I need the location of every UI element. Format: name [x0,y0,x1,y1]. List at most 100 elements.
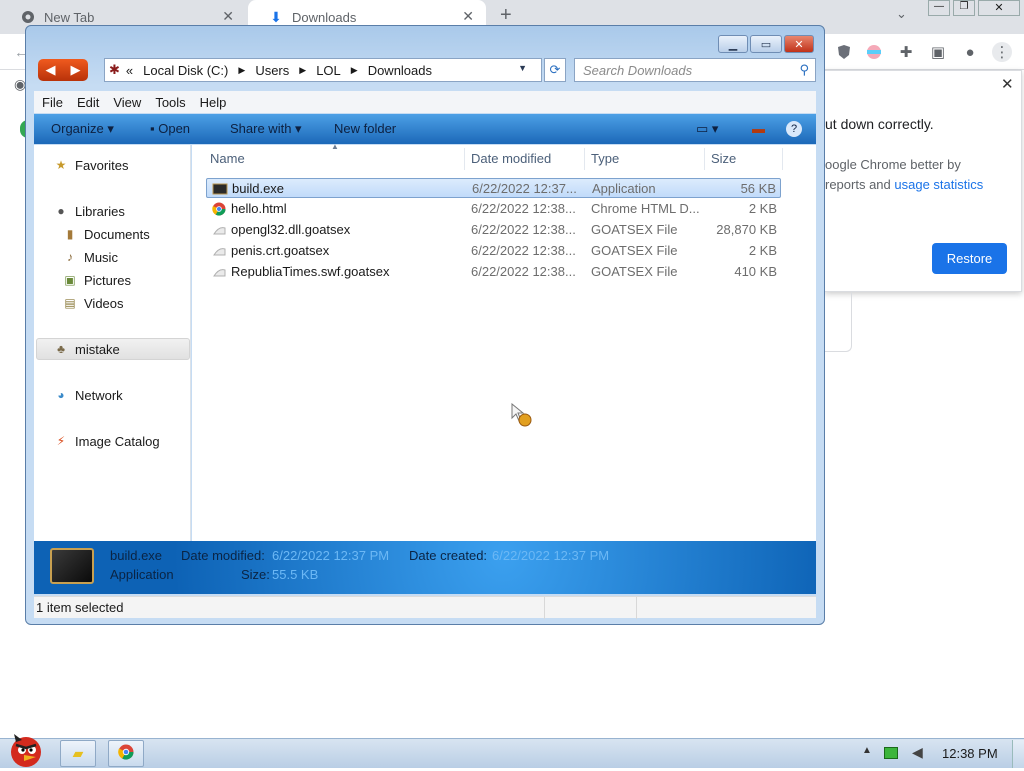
details-size: 55.5 KB [272,567,319,582]
details-size-label: Size: [241,567,270,582]
nav-videos[interactable]: ▤ Videos [62,295,123,311]
search-input[interactable]: Search Downloads ⚲ [574,58,816,82]
tray-expand-icon[interactable]: ▲ [862,745,872,756]
breadcrumb-lol[interactable]: LOL [316,63,341,78]
side-panel-icon[interactable]: ▣ [928,42,948,62]
breadcrumb-local-disk[interactable]: Local Disk (C:) [143,63,228,78]
table-row[interactable]: opengl32.dll.goatsex 6/22/2022 12:38... … [206,220,781,240]
tab-label: Downloads [292,9,357,25]
open-button[interactable]: ▪ Open [150,121,190,136]
libraries-icon: ● [57,204,65,218]
column-date-modified[interactable]: Date modified [471,151,551,166]
column-headers: Name ▲ Date modified Type Size [204,142,784,170]
column-size[interactable]: Size [711,151,736,166]
nav-favorites[interactable]: ★ Favorites [53,157,129,173]
chrome-icon [20,9,36,25]
status-bar: 1 item selected [34,596,816,619]
command-bar: Organize ▾ ▪ Open Share with ▾ New folde… [34,114,816,144]
share-with-button[interactable]: Share with ▾ [230,121,302,137]
menu-view[interactable]: View [113,95,141,110]
back-arrow-icon[interactable]: ◀ [46,62,56,78]
address-bar[interactable]: ✱ « Local Disk (C:) ▶ Users ▶ LOL ▶ Down… [104,58,542,82]
column-name[interactable]: Name [210,151,245,166]
extension-icon[interactable] [864,42,884,62]
popup-text: reports and [825,177,895,192]
pictures-icon: ▣ [64,273,76,287]
help-icon[interactable]: ? [786,121,802,137]
table-row[interactable]: penis.crt.goatsex 6/22/2022 12:38... GOA… [206,241,781,261]
minimize-button[interactable]: — [928,0,950,16]
details-kind: Application [110,567,174,582]
details-date-created: 6/22/2022 12:37 PM [492,548,610,563]
menu-edit[interactable]: Edit [77,95,99,110]
network-tray-icon[interactable] [884,747,898,759]
view-options-icon[interactable]: ▭ ▾ [696,121,718,137]
menu-tools[interactable]: Tools [155,95,185,110]
status-text: 1 item selected [36,600,124,615]
preview-pane-icon[interactable]: ▬ [752,121,765,136]
more-menu-icon[interactable]: ⋮ [992,42,1012,62]
search-icon[interactable]: ⚲ [799,62,809,78]
nav-music[interactable]: ♪ Music [62,249,118,265]
taskbar-clock[interactable]: 12:38 PM [942,746,998,761]
usage-statistics-link[interactable]: usage statistics [894,177,983,192]
chevron-down-icon[interactable]: ▼ [518,63,527,73]
menu-file[interactable]: File [42,95,63,110]
organize-button[interactable]: Organize ▾ [51,121,114,137]
puzzle-icon[interactable]: ✚ [896,42,916,62]
file-icon [211,264,227,280]
window-maximize-button[interactable]: ▭ [750,35,782,53]
details-date-modified: 6/22/2022 12:37 PM [272,548,390,563]
chevron-right-icon[interactable]: ▶ [351,65,358,76]
close-button[interactable]: ✕ [978,0,1020,16]
image-catalog-icon: ⚡ [56,434,66,448]
column-type[interactable]: Type [591,151,619,166]
star-icon: ★ [55,158,67,172]
details-filename: build.exe [110,548,163,563]
menu-help[interactable]: Help [200,95,227,110]
table-row[interactable]: RepubliaTimes.swf.goatsex 6/22/2022 12:3… [206,262,781,282]
chevron-down-icon[interactable]: ⌄ [896,6,907,22]
restore-button[interactable]: Restore [932,243,1007,274]
music-icon: ♪ [67,250,73,264]
taskbar-chrome-button[interactable] [108,740,144,767]
download-icon: ⬇ [270,8,282,25]
search-placeholder: Search Downloads [583,62,693,78]
table-row[interactable]: hello.html 6/22/2022 12:38... Chrome HTM… [206,199,781,219]
breadcrumb-users[interactable]: Users [255,63,289,78]
popup-shadow [824,292,852,352]
chevron-right-icon[interactable]: ▶ [238,65,245,76]
sort-arrow-icon: ▲ [331,142,339,151]
new-folder-button[interactable]: New folder [334,121,396,136]
window-minimize-button[interactable]: ▁ [718,35,748,53]
refresh-button[interactable]: ⟳ [544,58,566,82]
breadcrumb-prefix: « [125,62,134,78]
nav-documents[interactable]: ▮ Documents [62,226,150,242]
details-date-created-label: Date created: [409,548,488,563]
nav-network[interactable]: ◕ Network [53,387,122,403]
close-icon[interactable]: ✕ [1001,75,1014,93]
exe-icon: ▪ [150,121,155,136]
table-row[interactable]: build.exe 6/22/2022 12:37... Application… [206,178,781,198]
back-forward-buttons[interactable]: ◀ ▶ [38,59,88,81]
videos-icon: ▤ [64,296,76,310]
volume-icon[interactable]: ◀ [912,744,923,761]
close-icon[interactable]: ✕ [222,8,234,25]
show-desktop-button[interactable] [1012,740,1024,768]
ublock-icon[interactable] [834,42,854,62]
nav-libraries[interactable]: ● Libraries [53,203,124,219]
taskbar-explorer-button[interactable]: ▰ [60,740,96,767]
menu-bar: File Edit View Tools Help [34,91,816,113]
close-icon[interactable]: ✕ [462,8,474,25]
start-button-angry-bird-icon[interactable] [2,730,50,771]
profile-icon[interactable]: ● [960,42,980,62]
window-close-button[interactable]: ✕ [784,35,814,53]
breadcrumb-downloads[interactable]: Downloads [368,63,432,78]
nav-image-catalog[interactable]: ⚡ Image Catalog [53,433,160,449]
forward-arrow-icon[interactable]: ▶ [71,62,81,78]
nav-pictures[interactable]: ▣ Pictures [62,272,131,288]
nav-mistake[interactable]: ♣ mistake [53,341,120,357]
chrome-icon [118,744,134,763]
chevron-right-icon[interactable]: ▶ [299,65,306,76]
restore-button[interactable]: ❐ [953,0,975,16]
